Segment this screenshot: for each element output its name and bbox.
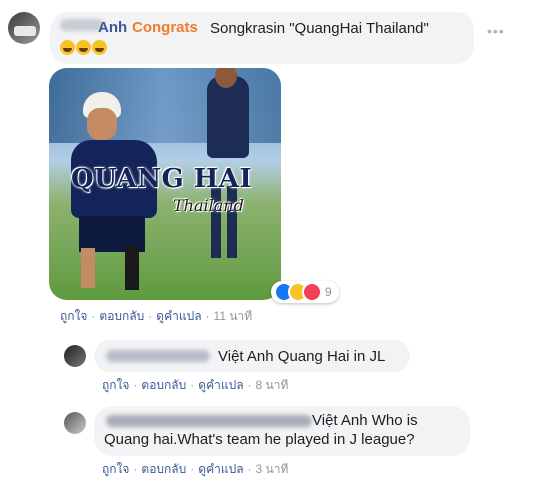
translate-link[interactable]: ดูคำแปล <box>156 309 201 323</box>
reply-text: Việt Anh Quang Hai in JL <box>218 348 386 365</box>
reply-actions: ถูกใจ · ตอบกลับ · ดูคำแปล · 3 นาที <box>102 462 289 476</box>
commenter-avatar[interactable] <box>8 12 40 44</box>
like-link[interactable]: ถูกใจ <box>60 309 87 323</box>
like-link[interactable]: ถูกใจ <box>102 462 129 476</box>
love-icon <box>302 282 322 302</box>
reply-avatar[interactable] <box>64 345 86 367</box>
rolling-laughing-emoji-icon <box>76 40 91 55</box>
attached-photo[interactable]: QUANG HAI Thailand <box>49 68 281 300</box>
photo-title-line2: Thailand <box>173 196 244 215</box>
photo-title-line1: QUANG HAI <box>71 164 253 194</box>
background-player <box>207 76 249 158</box>
comment-actions: ถูกใจ · ตอบกลับ · ดูคำแปล · 11 นาที <box>60 309 253 323</box>
player-leg <box>125 246 139 290</box>
reply-link[interactable]: ตอบกลับ <box>141 462 186 476</box>
reply-link[interactable]: ตอบกลับ <box>99 309 144 323</box>
comment-timestamp[interactable]: 11 นาที <box>214 309 253 323</box>
comment-bubble: Anh Congrats Songkrasin "QuangHai Thaila… <box>50 12 474 64</box>
reactions-summary[interactable]: 9 <box>271 281 339 303</box>
rolling-laughing-emoji-icon <box>60 40 75 55</box>
author-name[interactable]: Anh <box>98 19 127 36</box>
reply-avatar[interactable] <box>64 412 86 434</box>
emoji-row <box>60 40 108 57</box>
like-link[interactable]: ถูกใจ <box>102 378 129 392</box>
player-leg <box>81 248 95 288</box>
avatar-photo <box>14 26 36 36</box>
more-options-icon[interactable]: ••• <box>487 24 505 38</box>
reply-timestamp[interactable]: 3 นาที <box>256 462 289 476</box>
reply-author-redacted <box>106 350 210 362</box>
comment-text: Songkrasin "QuangHai Thailand" <box>210 20 429 37</box>
translate-link[interactable]: ดูคำแปล <box>198 378 243 392</box>
reply-text-line1: Việt Anh Who is <box>312 412 418 429</box>
reply-text-line2: Quang hai.What's team he played in J lea… <box>104 431 415 448</box>
reply-author-redacted <box>106 415 312 427</box>
comment-tag: Congrats <box>132 19 198 36</box>
reaction-count: 9 <box>325 285 332 299</box>
reply-actions: ถูกใจ · ตอบกลับ · ดูคำแปล · 8 นาที <box>102 378 289 392</box>
rolling-laughing-emoji-icon <box>92 40 107 55</box>
reply-bubble: Việt Anh Who is Quang hai.What's team he… <box>94 406 470 456</box>
player-face <box>87 108 117 140</box>
reply-bubble: Việt Anh Quang Hai in JL <box>94 340 410 372</box>
translate-link[interactable]: ดูคำแปล <box>198 462 243 476</box>
reply-timestamp[interactable]: 8 นาที <box>256 378 289 392</box>
reply-link[interactable]: ตอบกลับ <box>141 378 186 392</box>
